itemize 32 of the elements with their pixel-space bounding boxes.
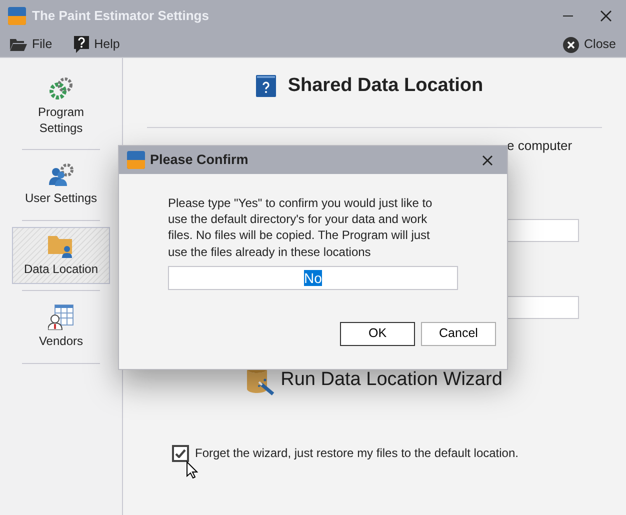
gears-icon bbox=[48, 77, 74, 101]
window-title: The Paint Estimator Settings bbox=[32, 7, 209, 26]
dialog-button[interactable]: OK bbox=[340, 322, 415, 346]
dialog-message: Please type "Yes" to confirm you would just like to use the default directory's for your data and work files. No files will be copied. The Program will just use the files already in these locations bbox=[168, 195, 434, 260]
sidebar-item[interactable]: Vendors bbox=[12, 297, 110, 357]
app-icon bbox=[127, 151, 145, 169]
dialog-close-button[interactable] bbox=[482, 154, 493, 166]
input-field[interactable] bbox=[507, 219, 579, 242]
sidebar-item[interactable]: Program Settings bbox=[12, 70, 110, 144]
folder-user-icon bbox=[48, 234, 74, 258]
close-button[interactable] bbox=[600, 10, 612, 22]
menu-item[interactable]: Help bbox=[74, 35, 120, 54]
vendor-table-icon bbox=[48, 304, 74, 330]
cursor-icon bbox=[186, 461, 198, 479]
close-icon bbox=[563, 36, 580, 52]
folder-icon bbox=[10, 38, 27, 51]
menu-item[interactable]: File bbox=[10, 35, 52, 54]
checkmark-icon bbox=[175, 448, 186, 458]
help-book-icon bbox=[256, 75, 276, 98]
input-field[interactable] bbox=[507, 296, 579, 319]
confirm-input[interactable]: No bbox=[168, 266, 458, 290]
users-icon bbox=[48, 163, 74, 188]
close-menu-button[interactable]: Close bbox=[563, 35, 616, 54]
app-icon bbox=[8, 7, 26, 25]
sidebar-item[interactable]: User Settings bbox=[12, 156, 110, 214]
dialog-button[interactable]: Cancel bbox=[421, 322, 496, 346]
dialog-title: Please Confirm bbox=[150, 150, 248, 169]
page-title: Shared Data Location bbox=[288, 74, 484, 98]
sidebar-item[interactable]: Data Location bbox=[12, 226, 110, 284]
help-icon bbox=[74, 36, 90, 53]
checkbox-label: Forget the wizard, just restore my files to the default location. bbox=[195, 445, 518, 462]
checkbox[interactable] bbox=[172, 444, 189, 462]
